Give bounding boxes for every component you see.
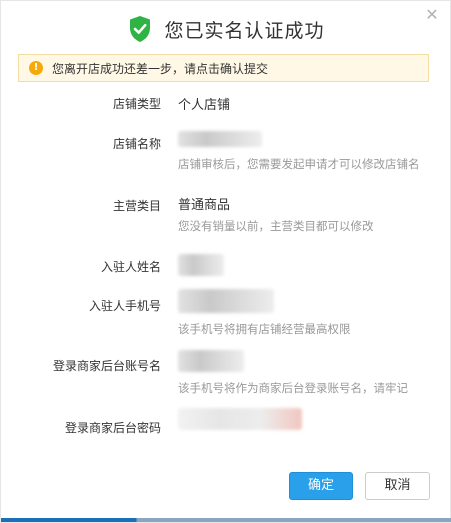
shop-type-value: 个人店铺	[178, 98, 231, 113]
category-value: 普通商品	[178, 198, 231, 213]
backend-account-label: 登录商家后台账号名	[52, 359, 161, 373]
backend-password-label: 登录商家后台密码	[64, 421, 161, 435]
shield-check-icon	[130, 16, 151, 42]
settler-phone-label: 入驻人手机号	[88, 299, 161, 313]
auth-success-dialog: ✕ 您已实名认证成功 ! 您离开店成功还差一步，请点击确认提交 店铺类型 个人店…	[0, 0, 451, 523]
confirm-button[interactable]: 确定	[289, 472, 353, 500]
shop-name-label: 店铺名称	[112, 137, 161, 151]
backend-account-hint: 该手机号将作为商家后台登录账号名，请牢记	[178, 381, 408, 395]
category-label: 主营类目	[112, 199, 161, 213]
settler-name-label: 入驻人姓名	[100, 260, 161, 274]
settler-phone-hint: 该手机号将拥有店铺经营最高权限	[178, 322, 351, 336]
shop-name-hint: 店铺审核后，您需要发起申请才可以修改店铺名	[178, 157, 420, 171]
backend-password-value-redacted	[178, 408, 302, 430]
cancel-button[interactable]: 取消	[365, 472, 430, 500]
bottom-accent-bar	[1, 518, 451, 522]
dialog-title: 您已实名认证成功	[164, 19, 325, 42]
notice-banner: ! 您离开店成功还差一步，请点击确认提交	[18, 54, 429, 82]
backend-account-value-redacted	[178, 350, 244, 372]
warning-icon: !	[29, 61, 43, 75]
shop-type-label: 店铺类型	[112, 97, 161, 111]
notice-text: 您离开店成功还差一步，请点击确认提交	[52, 61, 269, 76]
shop-name-value-redacted	[178, 131, 262, 147]
category-hint: 您没有销量以前，主营类目都可以修改	[178, 219, 374, 233]
settler-name-value-redacted	[178, 254, 224, 276]
dialog-header: 您已实名认证成功	[1, 15, 451, 43]
settler-phone-value-redacted	[178, 289, 274, 313]
